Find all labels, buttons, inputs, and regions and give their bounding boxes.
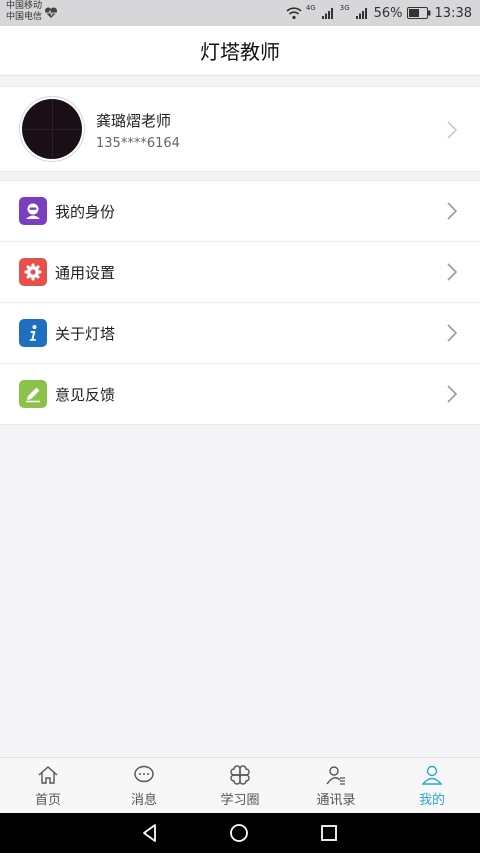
tab-learning-circle[interactable]: 学习圈 [192,758,288,813]
network-type-2: 3G [339,4,350,12]
chevron-right-icon [447,324,458,342]
title-bar: 灯塔教师 [0,26,480,76]
home-icon [38,766,58,784]
person-icon [421,765,443,785]
tab-home[interactable]: 首页 [0,758,96,813]
chevron-right-icon [447,385,458,403]
menu-item-feedback[interactable]: 意见反馈 [0,364,480,424]
menu-item-label: 关于灯塔 [55,325,116,343]
pencil-icon [19,380,47,408]
recent-apps-icon[interactable] [319,823,339,843]
avatar-image [22,99,82,159]
signal-icon-2 [355,8,367,19]
tab-label: 首页 [34,793,61,808]
tab-mine[interactable]: 我的 [384,758,480,813]
status-bar: 中国移动 中国电信 4G 3G 56% 13:38 [0,0,480,26]
profile-phone: 135****6164 [96,136,180,151]
tab-label: 通讯录 [316,793,356,808]
system-nav-bar [0,813,480,853]
tab-label: 消息 [130,793,157,808]
signal-icon-1 [321,8,333,19]
contacts-icon [326,766,345,785]
home-button-icon[interactable] [229,823,249,843]
clover-icon [230,765,250,785]
chevron-right-icon [447,263,458,281]
carrier-1: 中国移动 [6,1,43,11]
menu-item-about[interactable]: 关于灯塔 [0,303,480,364]
tab-messages[interactable]: 消息 [96,758,192,813]
clock: 13:38 [434,5,472,21]
back-icon[interactable] [140,823,160,843]
menu-item-identity[interactable]: 我的身份 [0,181,480,242]
profile-name: 龚璐熠老师 [96,112,172,130]
chevron-right-icon [447,202,458,220]
tab-label: 我的 [418,793,445,808]
heart-health-icon [44,7,58,18]
network-type-1: 4G [305,4,316,12]
menu-item-label: 我的身份 [55,203,116,221]
tab-label: 学习圈 [220,793,260,808]
chevron-right-icon [447,121,458,139]
info-icon [19,319,47,347]
battery-percent: 56% [373,5,403,21]
profile-card[interactable]: 龚璐熠老师 135****6164 [0,86,480,172]
menu-item-settings[interactable]: 通用设置 [0,242,480,303]
message-icon [134,765,154,783]
bottom-tab-bar: 首页 消息 学习圈 通讯录 我的 [0,757,480,813]
menu-item-label: 意见反馈 [55,386,116,404]
page-title: 灯塔教师 [200,40,280,64]
gear-icon [19,258,47,286]
avatar [19,96,85,162]
status-right: 4G 3G 56% 13:38 [286,4,472,22]
carrier-2: 中国电信 [6,12,43,22]
battery-icon [406,7,431,19]
carrier-info: 中国移动 中国电信 [6,1,42,23]
wifi-icon [286,7,302,20]
tab-contacts[interactable]: 通讯录 [288,758,384,813]
settings-menu: 我的身份 通用设置 关于灯塔 意见反馈 [0,180,480,425]
identity-icon [19,197,47,225]
menu-item-label: 通用设置 [55,264,116,282]
